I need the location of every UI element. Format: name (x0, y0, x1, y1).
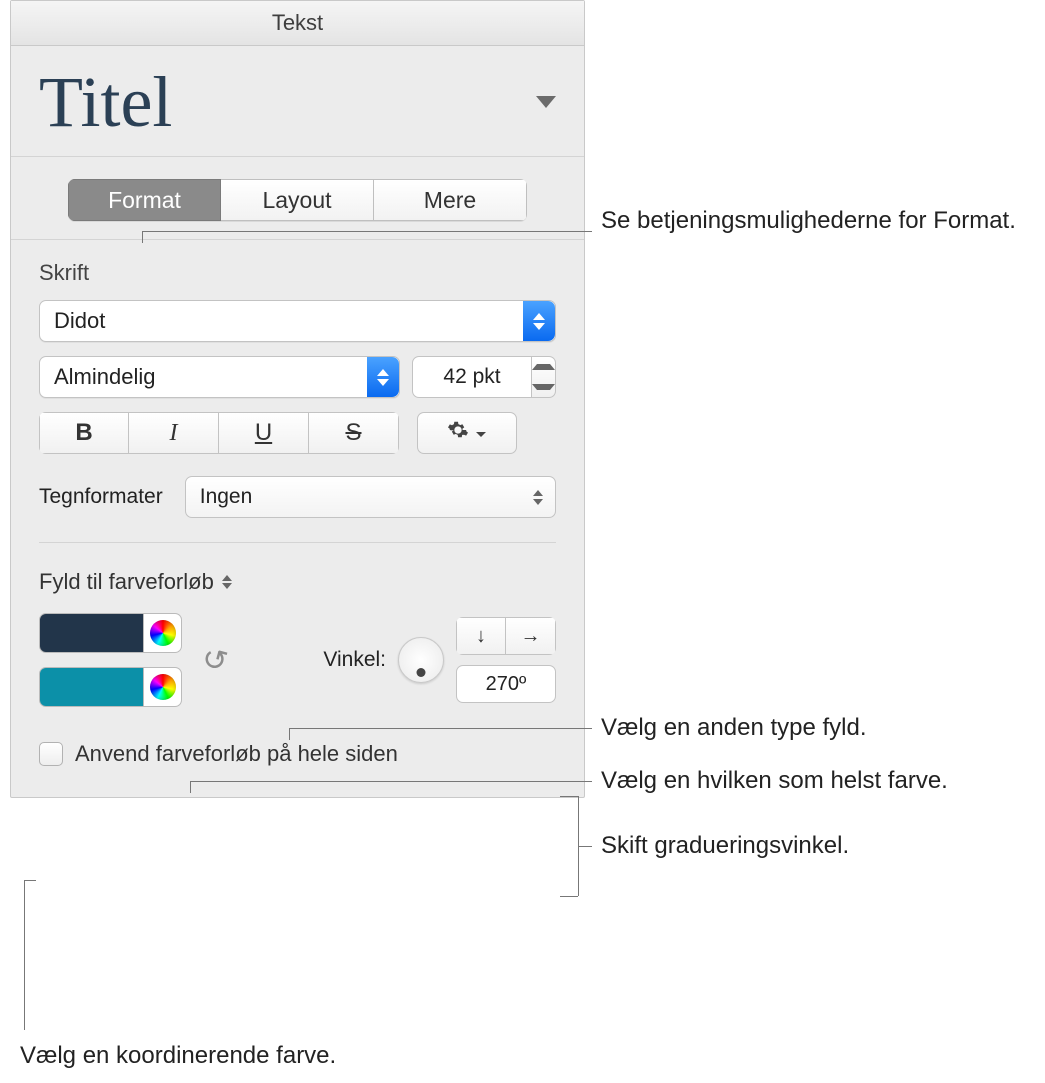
callout-leader (289, 728, 592, 729)
tabs-row: Format Layout Mere (11, 157, 584, 240)
font-family-value: Didot (54, 308, 105, 334)
fill-type-select[interactable]: Fyld til farveforløb (39, 569, 556, 595)
callout-leader (190, 781, 191, 793)
callout-leader (190, 781, 592, 782)
font-weight-value: Almindelig (54, 364, 156, 390)
inspector-panel: Tekst Titel Format Layout Mere Skrift Di… (10, 0, 585, 798)
callout-leader (560, 796, 578, 797)
text-style-group: B I U S (39, 412, 399, 454)
callout-coord-color: Vælg en koordinerende farve. (20, 1040, 336, 1072)
callout-format: Se betjeningsmulighederne for Format. (601, 205, 1021, 237)
arrow-down-icon: ↓ (476, 625, 486, 648)
apply-gradient-all-label: Anvend farveforløb på hele siden (75, 741, 398, 767)
color-picker-2-button[interactable] (144, 667, 182, 707)
font-section-label: Skrift (39, 260, 556, 286)
callout-angle: Skift gradueringsvinkel. (601, 830, 849, 862)
gradient-direction-down-button[interactable]: ↓ (456, 617, 506, 655)
font-section: Skrift Didot Almindelig 42 pkt (11, 240, 584, 767)
color-wheel-icon (150, 620, 176, 646)
gradient-direction-right-button[interactable]: → (506, 617, 556, 655)
chevron-down-icon (475, 421, 487, 445)
color-picker-1-button[interactable] (144, 613, 182, 653)
apply-gradient-all-checkbox[interactable] (39, 742, 63, 766)
select-arrows-icon (222, 575, 232, 589)
character-styles-value: Ingen (200, 485, 253, 509)
arrow-right-icon: → (521, 625, 541, 648)
callout-any-color: Vælg en hvilken som helst farve. (601, 765, 948, 797)
callout-leader (24, 880, 25, 1030)
underline-icon: U (255, 419, 272, 447)
tab-more[interactable]: Mere (374, 179, 527, 221)
gear-icon (447, 419, 469, 447)
strike-button[interactable]: S (309, 412, 399, 454)
gradient-color-1-swatch[interactable] (39, 613, 144, 653)
angle-input[interactable]: 270º (456, 665, 556, 703)
italic-icon: I (170, 420, 178, 447)
callout-leader (578, 846, 592, 847)
angle-label: Vinkel: (323, 648, 386, 672)
select-arrows-icon (367, 357, 399, 397)
callout-leader (24, 880, 36, 881)
color-wheel-icon (150, 674, 176, 700)
bold-button[interactable]: B (39, 412, 129, 454)
character-styles-label: Tegnformater (39, 485, 163, 509)
tab-format[interactable]: Format (68, 179, 221, 221)
callout-leader (289, 728, 290, 740)
gradient-controls: ↺ Vinkel: ↓ → 270º (39, 613, 556, 707)
panel-title: Tekst (11, 1, 584, 46)
callout-leader (142, 231, 143, 243)
callout-leader (578, 796, 579, 896)
font-size-input[interactable]: 42 pkt (412, 356, 532, 398)
callout-leader (560, 896, 578, 897)
bold-icon: B (75, 419, 92, 447)
angle-knob[interactable] (398, 637, 444, 683)
stepper-up-icon (532, 364, 555, 370)
font-family-select[interactable]: Didot (39, 300, 556, 342)
fill-type-label: Fyld til farveforløb (39, 569, 214, 595)
gradient-color-2-swatch[interactable] (39, 667, 144, 707)
chevron-down-icon[interactable] (536, 96, 556, 108)
strike-icon: S (345, 419, 361, 447)
tab-layout[interactable]: Layout (221, 179, 374, 221)
paragraph-style-row[interactable]: Titel (11, 46, 584, 157)
callout-fill-type: Vælg en anden type fyld. (601, 712, 867, 744)
font-size-stepper[interactable] (532, 356, 556, 398)
select-arrows-icon (523, 301, 555, 341)
tab-segmented-control: Format Layout Mere (68, 179, 527, 221)
paragraph-style-label: Titel (39, 66, 172, 138)
stepper-down-icon (532, 384, 555, 390)
underline-button[interactable]: U (219, 412, 309, 454)
advanced-options-button[interactable] (417, 412, 517, 454)
character-styles-select[interactable]: Ingen (185, 476, 556, 518)
italic-button[interactable]: I (129, 412, 219, 454)
callout-leader (142, 231, 592, 232)
font-weight-select[interactable]: Almindelig (39, 356, 400, 398)
swap-colors-icon[interactable]: ↺ (198, 640, 231, 680)
select-arrows-icon (533, 490, 543, 505)
